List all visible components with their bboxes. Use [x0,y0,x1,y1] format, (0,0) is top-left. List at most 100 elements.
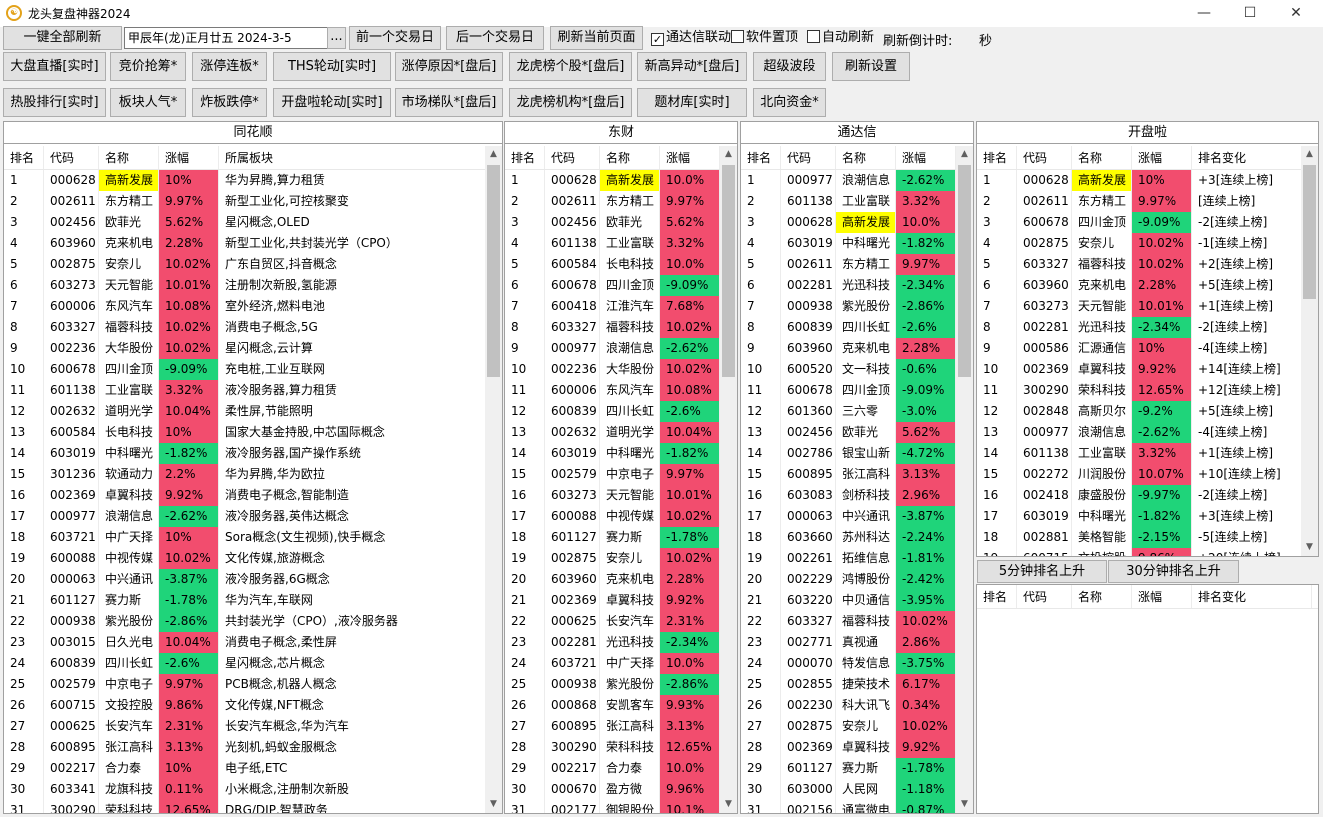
table-row[interactable]: 26 002230 科大讯飞 0.34% [741,695,973,716]
table-row[interactable]: 12 002632 道明光学 10.04% 柔性屏,节能照明 [4,401,502,422]
table-row[interactable]: 23 003015 日久光电 10.04% 消费电子概念,柔性屏 [4,632,502,653]
table-row[interactable]: 11 600006 东风汽车 10.08% [505,380,737,401]
table-row[interactable]: 24 603721 中广天择 10.0% [505,653,737,674]
table-row[interactable]: 11 300290 荣科科技 12.65% +12[连续上榜] [977,380,1318,401]
table-row[interactable]: 8 603327 福蓉科技 10.02% 消费电子概念,5G [4,317,502,338]
column-header[interactable]: 代码 [44,146,99,169]
nav-row2-button-5[interactable]: 市场梯队*[盘后] [395,88,503,117]
scroll-down-icon[interactable]: ▼ [720,796,737,813]
table-row[interactable]: 26 600715 文投控股 9.86% 文化传媒,NFT概念 [4,695,502,716]
scroll-down-icon[interactable]: ▼ [485,796,502,813]
table-row[interactable]: 2 002611 东方精工 9.97% [连续上榜] [977,191,1318,212]
table-row[interactable]: 27 000625 长安汽车 2.31% 长安汽车概念,华为汽车 [4,716,502,737]
table-row[interactable]: 20 002229 鸿博股份 -2.42% [741,569,973,590]
table-row[interactable]: 16 603273 天元智能 10.01% [505,485,737,506]
table-row[interactable]: 9 000977 浪潮信息 -2.62% [505,338,737,359]
scroll-thumb[interactable] [487,165,500,377]
scroll-up-icon[interactable]: ▲ [720,146,737,163]
column-header[interactable]: 排名 [977,585,1017,608]
table-row[interactable]: 5 603327 福蓉科技 10.02% +2[连续上榜] [977,254,1318,275]
column-header[interactable]: 名称 [1072,585,1132,608]
table-row[interactable]: 3 000628 高新发展 10.0% [741,212,973,233]
table-row[interactable]: 13 002632 道明光学 10.04% [505,422,737,443]
nav-row2-button-7[interactable]: 题材库[实时] [637,88,747,117]
scroll-thumb[interactable] [722,165,735,377]
table-row[interactable]: 2 002611 东方精工 9.97% [505,191,737,212]
table-row[interactable]: 26 000868 安凯客车 9.93% [505,695,737,716]
nav-row1-button-8[interactable]: 超级波段 [753,52,826,81]
table-row[interactable]: 13 600584 长电科技 10% 国家大基金持股,中芯国际概念 [4,422,502,443]
table-row[interactable]: 9 000586 汇源通信 10% -4[连续上榜] [977,338,1318,359]
rank-rise-30min-tab[interactable]: 30分钟排名上升 [1108,560,1239,583]
column-header[interactable]: 排名 [4,146,44,169]
table-row[interactable]: 5 002611 东方精工 9.97% [741,254,973,275]
nav-row1-button-7[interactable]: 新高异动*[盘后] [637,52,747,81]
column-header[interactable]: 代码 [781,146,836,169]
column-header[interactable]: 名称 [836,146,896,169]
table-row[interactable]: 4 603960 克来机电 2.28% 新型工业化,共封装光学（CPO） [4,233,502,254]
table-row[interactable]: 30 603000 人民网 -1.18% [741,779,973,800]
tdx-link-checkbox[interactable]: ✓ 通达信联动 [651,29,731,47]
column-header[interactable]: 所属板块 [219,146,487,169]
table-row[interactable]: 28 600895 张江高科 3.13% 光刻机,蚂蚁金服概念 [4,737,502,758]
next-trading-day-button[interactable]: 后一个交易日 [446,26,544,50]
date-picker-button[interactable]: ... [327,27,346,49]
table-row[interactable]: 22 000625 长安汽车 2.31% [505,611,737,632]
column-header[interactable]: 名称 [600,146,660,169]
nav-row2-button-3[interactable]: 炸板跌停* [192,88,267,117]
column-header[interactable]: 代码 [545,146,600,169]
table-row[interactable]: 20 000063 中兴通讯 -3.87% 液冷服务器,6G概念 [4,569,502,590]
table-row[interactable]: 17 600088 中视传媒 10.02% [505,506,737,527]
table-row[interactable]: 18 603721 中广天择 10% Sora概念(文生视频),快手概念 [4,527,502,548]
table-row[interactable]: 14 603019 中科曙光 -1.82% [505,443,737,464]
nav-row1-button-2[interactable]: 竞价抢筹* [110,52,186,81]
scroll-up-icon[interactable]: ▲ [485,146,502,163]
table-row[interactable]: 17 000977 浪潮信息 -2.62% 液冷服务器,英伟达概念 [4,506,502,527]
column-header[interactable]: 代码 [1017,585,1072,608]
table-row[interactable]: 14 002786 银宝山新 -4.72% [741,443,973,464]
table-row[interactable]: 17 000063 中兴通讯 -3.87% [741,506,973,527]
table-row[interactable]: 14 601138 工业富联 3.32% +1[连续上榜] [977,443,1318,464]
table-row[interactable]: 18 603660 苏州科达 -2.24% [741,527,973,548]
table-row[interactable]: 7 603273 天元智能 10.01% +1[连续上榜] [977,296,1318,317]
table-row[interactable]: 15 600895 张江高科 3.13% [741,464,973,485]
table-row[interactable]: 18 002881 美格智能 -2.15% -5[连续上榜] [977,527,1318,548]
table-row[interactable]: 15 002579 中京电子 9.97% [505,464,737,485]
table-row[interactable]: 16 002418 康盛股份 -9.97% -2[连续上榜] [977,485,1318,506]
column-header[interactable]: 排名 [505,146,545,169]
close-button[interactable]: ✕ [1273,0,1319,27]
table-row[interactable]: 8 603327 福蓉科技 10.02% [505,317,737,338]
table-row[interactable]: 8 002281 光迅科技 -2.34% -2[连续上榜] [977,317,1318,338]
column-header[interactable]: 名称 [99,146,159,169]
table-row[interactable]: 28 300290 荣科科技 12.65% [505,737,737,758]
column-header[interactable]: 排名变化 [1192,146,1302,169]
table-row[interactable]: 4 601138 工业富联 3.32% [505,233,737,254]
nav-row1-button-3[interactable]: 涨停连板* [192,52,267,81]
table-row[interactable]: 16 002369 卓翼科技 9.92% 消费电子概念,智能制造 [4,485,502,506]
table-row[interactable]: 1 000977 浪潮信息 -2.62% [741,170,973,191]
table-row[interactable]: 10 600520 文一科技 -0.6% [741,359,973,380]
table-row[interactable]: 5 002875 安奈儿 10.02% 广东自贸区,抖音概念 [4,254,502,275]
nav-row1-button-9[interactable]: 刷新设置 [832,52,910,81]
scroll-down-icon[interactable]: ▼ [956,796,973,813]
nav-row2-button-2[interactable]: 板块人气* [110,88,186,117]
table-row[interactable]: 31 300290 荣科科技 12.65% DRG/DIP,智慧政务 [4,800,502,813]
column-header[interactable]: 排名变化 [1192,585,1312,608]
table-row[interactable]: 2 002611 东方精工 9.97% 新型工业化,可控核聚变 [4,191,502,212]
table-row[interactable]: 16 603083 剑桥科技 2.96% [741,485,973,506]
column-header[interactable]: 涨幅 [1132,585,1192,608]
rank-rise-5min-tab[interactable]: 5分钟排名上升 [977,560,1107,583]
table-row[interactable]: 7 000938 紫光股份 -2.86% [741,296,973,317]
table-row[interactable]: 15 301236 软通动力 2.2% 华为昇腾,华为欧拉 [4,464,502,485]
table-row[interactable]: 9 002236 大华股份 10.02% 星闪概念,云计算 [4,338,502,359]
table-row[interactable]: 29 002217 合力泰 10.0% [505,758,737,779]
table-row[interactable]: 12 601360 三六零 -3.0% [741,401,973,422]
table-row[interactable]: 7 600418 江淮汽车 7.68% [505,296,737,317]
table-row[interactable]: 3 600678 四川金顶 -9.09% -2[连续上榜] [977,212,1318,233]
table-row[interactable]: 29 002217 合力泰 10% 电子纸,ETC [4,758,502,779]
table-row[interactable]: 19 002875 安奈儿 10.02% [505,548,737,569]
table-row[interactable]: 6 603273 天元智能 10.01% 注册制次新股,氢能源 [4,275,502,296]
table-row[interactable]: 22 000938 紫光股份 -2.86% 共封装光学（CPO）,液冷服务器 [4,611,502,632]
column-header[interactable]: 排名 [741,146,781,169]
nav-row2-button-8[interactable]: 北向资金* [753,88,826,117]
